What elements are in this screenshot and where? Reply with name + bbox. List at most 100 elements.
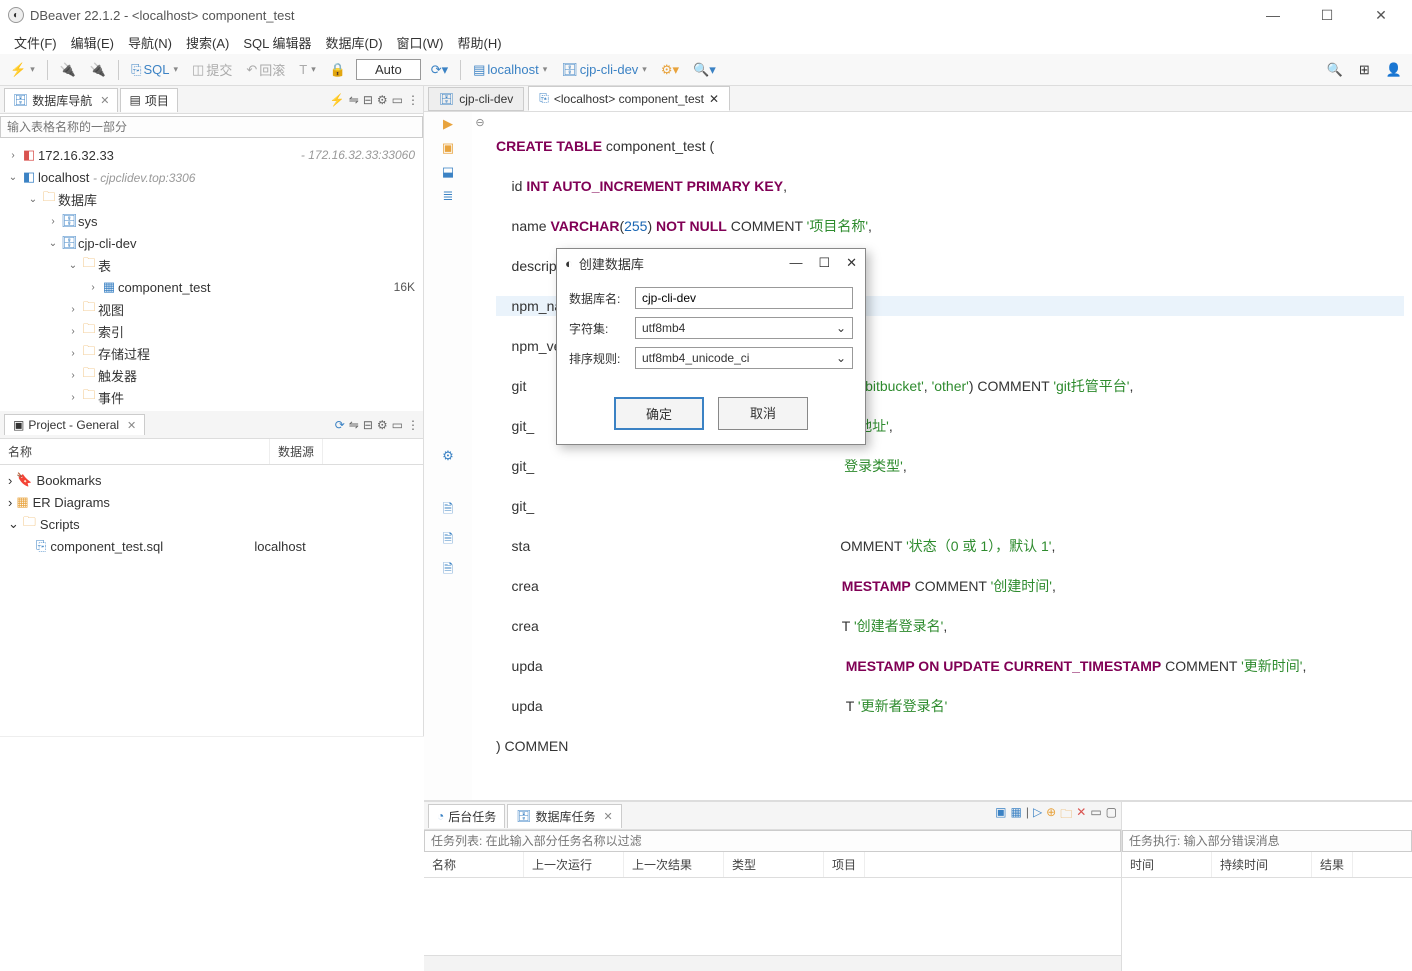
col-duration[interactable]: 持续时间 xyxy=(1212,852,1312,877)
collapse-icon[interactable]: ⇋ xyxy=(349,93,359,107)
node-events[interactable]: ›🗀事件 xyxy=(2,386,421,408)
tab-project-general[interactable]: ▣ Project - General ✕ xyxy=(4,414,145,435)
col-last-result[interactable]: 上一次结果 xyxy=(624,852,724,877)
menu-search[interactable]: 搜索(A) xyxy=(180,31,235,54)
input-db-name[interactable] xyxy=(635,287,853,309)
close-icon[interactable]: ✕ xyxy=(709,92,719,106)
dialog-maximize-button[interactable]: ☐ xyxy=(818,255,830,271)
tasks-hscroll[interactable] xyxy=(424,955,1121,971)
lock-button[interactable]: 🔒 xyxy=(326,60,350,80)
rollback-button[interactable]: ↶ 回滚 xyxy=(242,58,289,81)
nav-settings-icon[interactable]: ⚙ xyxy=(377,93,388,107)
tab-database-tasks[interactable]: 🗄数据库任务✕ xyxy=(507,804,621,828)
tab-background-tasks[interactable]: ◔后台任务 xyxy=(428,804,505,828)
script-component-test[interactable]: ⎘component_test.sqllocalhost xyxy=(4,535,419,557)
col-time[interactable]: 时间 xyxy=(1122,852,1212,877)
node-component-test[interactable]: ›▦component_test16K xyxy=(2,276,421,298)
menu-help[interactable]: 帮助(H) xyxy=(451,31,507,54)
task-view-icon[interactable]: ▣ xyxy=(995,805,1006,826)
task-filter-input[interactable] xyxy=(424,830,1121,852)
minimize-button[interactable]: — xyxy=(1258,7,1288,24)
node-databases[interactable]: ⌄🗀数据库 xyxy=(2,188,421,210)
node-indexes[interactable]: ›🗀索引 xyxy=(2,320,421,342)
node-triggers[interactable]: ›🗀触发器 xyxy=(2,364,421,386)
sql-editor[interactable]: CREATE TABLE component_test ( id INT AUT… xyxy=(488,112,1412,800)
connection-selector[interactable]: ▤ localhost▾ xyxy=(469,60,551,80)
load-icon[interactable]: 🗎 xyxy=(443,530,453,552)
stop-icon[interactable]: ≣ xyxy=(443,188,454,204)
node-er-diagrams[interactable]: ›▦ER Diagrams xyxy=(4,491,419,513)
conn-localhost[interactable]: ⌄◧localhost - cjpclidev.top:3306 xyxy=(2,166,421,188)
editor-tab-cjp-cli-dev[interactable]: 🗄 cjp-cli-dev xyxy=(428,87,524,111)
auto-commit-select[interactable]: Auto xyxy=(356,59,421,80)
new-connection-button[interactable]: ⚡▾ xyxy=(6,60,39,80)
select-charset[interactable]: utf8mb4⌄ xyxy=(635,317,853,339)
conn-172-16-32-33[interactable]: ›◧172.16.32.33- 172.16.32.33:33060 xyxy=(2,144,421,166)
sql-editor-button[interactable]: ⎘ SQL▾ xyxy=(127,60,182,80)
settings-button[interactable]: ⚙▾ xyxy=(657,60,683,80)
gear-icon[interactable]: ⚙ xyxy=(442,448,454,464)
commit-button[interactable]: ◫ 提交 xyxy=(188,58,236,81)
connect-button[interactable]: 🔌 xyxy=(56,60,80,80)
ok-button[interactable]: 确定 xyxy=(614,397,704,430)
menu-file[interactable]: 文件(F) xyxy=(8,31,63,54)
col-result[interactable]: 结果 xyxy=(1312,852,1353,877)
node-scripts[interactable]: ⌄🗀Scripts xyxy=(4,513,419,535)
editor-tab-component-test[interactable]: ⎘ <localhost> component_test ✕ xyxy=(528,86,730,111)
close-button[interactable]: ✕ xyxy=(1366,7,1396,24)
maximize-icon[interactable]: ▢ xyxy=(1106,805,1117,826)
save-icon[interactable]: 🗎 xyxy=(443,500,453,522)
select-collation[interactable]: utf8mb4_unicode_ci⌄ xyxy=(635,347,853,369)
col-name[interactable]: 名称 xyxy=(0,439,270,464)
node-procedures[interactable]: ›🗀存储过程 xyxy=(2,342,421,364)
perspective-button[interactable]: ⊞ xyxy=(1355,60,1374,80)
table-filter-input[interactable] xyxy=(0,116,423,138)
menu-window[interactable]: 窗口(W) xyxy=(391,31,450,54)
export-icon[interactable]: 🗎 xyxy=(443,560,453,582)
execute-icon[interactable]: ▶ xyxy=(443,116,453,132)
task-delete-icon[interactable]: ✕ xyxy=(1076,805,1086,826)
menu-database[interactable]: 数据库(D) xyxy=(320,31,389,54)
execute-script-icon[interactable]: ▣ xyxy=(442,140,454,156)
schema-selector[interactable]: 🗄 cjp-cli-dev▾ xyxy=(557,60,651,80)
node-views[interactable]: ›🗀视图 xyxy=(2,298,421,320)
close-icon[interactable]: ✕ xyxy=(127,419,136,432)
menu-navigate[interactable]: 导航(N) xyxy=(122,31,178,54)
tab-database-navigator[interactable]: 🗄 数据库导航 ✕ xyxy=(4,88,118,112)
col-type[interactable]: 类型 xyxy=(724,852,824,877)
node-cjp-cli-dev[interactable]: ⌄🗄cjp-cli-dev xyxy=(2,232,421,254)
view-menu-icon[interactable]: ⋮ xyxy=(407,418,419,432)
search-icon[interactable]: 🔍 xyxy=(1323,60,1347,80)
col-task-name[interactable]: 名称 xyxy=(424,852,524,877)
task-play-icon[interactable]: ▷ xyxy=(1033,805,1042,826)
exec-filter-input[interactable] xyxy=(1122,830,1412,852)
collapse-icon[interactable]: ⊟ xyxy=(363,418,373,432)
node-sys[interactable]: ›🗄sys xyxy=(2,210,421,232)
task-add-icon[interactable]: ⊕ xyxy=(1046,805,1056,826)
task-run-icon[interactable]: ▦ xyxy=(1010,805,1021,826)
refresh-icon[interactable]: ⟳ xyxy=(335,418,345,432)
minimize-icon[interactable]: ▭ xyxy=(392,418,403,432)
task-folder-icon[interactable]: 🗀 xyxy=(1060,805,1072,826)
col-project[interactable]: 项目 xyxy=(824,852,865,877)
link-icon[interactable]: ⚡ xyxy=(330,93,345,107)
dialog-close-button[interactable]: ✕ xyxy=(846,255,857,271)
filter-icon[interactable]: ⊟ xyxy=(363,93,373,107)
refresh-button[interactable]: ⟳▾ xyxy=(427,60,452,80)
minimize-icon[interactable]: ▭ xyxy=(1090,805,1101,826)
close-icon[interactable]: ✕ xyxy=(100,94,109,107)
disconnect-button[interactable]: 🔌 xyxy=(86,60,110,80)
col-datasource[interactable]: 数据源 xyxy=(270,439,323,464)
cancel-button[interactable]: 取消 xyxy=(718,397,808,430)
minimize-icon[interactable]: ▭ xyxy=(392,93,403,107)
tx-button[interactable]: T▾ xyxy=(295,60,319,79)
col-last-run[interactable]: 上一次运行 xyxy=(524,852,624,877)
settings-icon[interactable]: ⚙ xyxy=(377,418,388,432)
view-menu-icon[interactable]: ⋮ xyxy=(407,93,419,107)
menu-sql-editor[interactable]: SQL 编辑器 xyxy=(237,31,317,54)
close-icon[interactable]: ✕ xyxy=(604,810,613,823)
menu-edit[interactable]: 编辑(E) xyxy=(65,31,120,54)
dialog-minimize-button[interactable]: — xyxy=(789,255,802,271)
explain-icon[interactable]: ⬓ xyxy=(442,164,454,180)
user-icon[interactable]: 👤 xyxy=(1382,60,1406,80)
